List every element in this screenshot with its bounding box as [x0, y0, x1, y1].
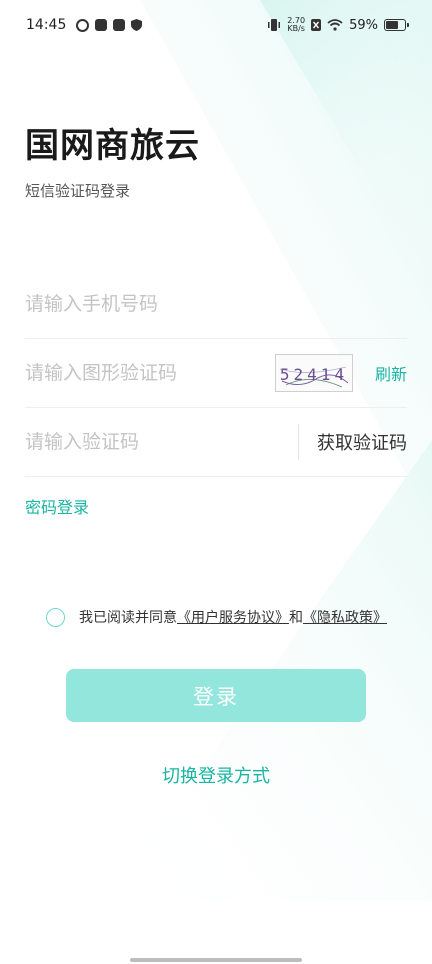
password-login-link[interactable]: 密码登录 [25, 494, 89, 518]
sim-off-icon [311, 19, 322, 31]
tiktok-icon [95, 19, 108, 31]
vertical-divider [298, 424, 299, 460]
get-code-button[interactable]: 获取验证码 [317, 429, 407, 455]
agreement-conjunction: 和 [289, 610, 303, 626]
captcha-image[interactable]: 52414 [274, 354, 353, 392]
sms-code-input[interactable] [25, 431, 298, 453]
status-left: 14:45 [26, 17, 143, 33]
login-screen: 14:45 2.70 KB/s 59% 国网商旅云 短信验证码登录 请输入手机号… [0, 0, 432, 964]
phone-row [25, 270, 407, 339]
vibrate-icon [268, 19, 281, 31]
net-speed-unit: KB/s [287, 24, 305, 33]
login-button[interactable]: 登录 [66, 669, 366, 722]
status-right: 2.70 KB/s 59% [267, 17, 409, 33]
login-form: 52414 刷新 获取验证码 [25, 270, 407, 477]
app-title: 国网商旅云 [25, 126, 200, 166]
captcha-refresh-link[interactable]: 刷新 [375, 361, 407, 385]
agreement-prefix: 我已阅读并同意 [79, 610, 177, 626]
sync-icon [76, 18, 90, 32]
phone-input[interactable] [25, 293, 407, 315]
captcha-text: 52414 [280, 365, 348, 384]
sms-code-row: 获取验证码 [25, 408, 407, 477]
switch-login-method-link[interactable]: 切换登录方式 [0, 762, 432, 788]
wifi-icon [327, 19, 343, 31]
battery-percent: 59% [349, 17, 378, 33]
status-time: 14:45 [26, 17, 67, 33]
captcha-input[interactable] [25, 362, 275, 384]
net-speed-icon: 2.70 KB/s [287, 17, 305, 33]
login-mode-subtitle: 短信验证码登录 [25, 182, 131, 200]
shield-icon [131, 19, 143, 31]
agreement-checkbox[interactable] [46, 607, 65, 627]
status-bar: 14:45 2.70 KB/s 59% [0, 0, 432, 50]
battery-icon [384, 19, 409, 31]
user-agreement-link[interactable]: 《用户服务协议》 [177, 607, 289, 627]
home-indicator[interactable] [130, 958, 302, 962]
mail-icon [113, 19, 126, 31]
captcha-row: 52414 刷新 [25, 339, 407, 408]
agreement-row: 我已阅读并同意 《用户服务协议》 和 《隐私政策》 [46, 607, 387, 627]
privacy-policy-link[interactable]: 《隐私政策》 [303, 607, 387, 627]
